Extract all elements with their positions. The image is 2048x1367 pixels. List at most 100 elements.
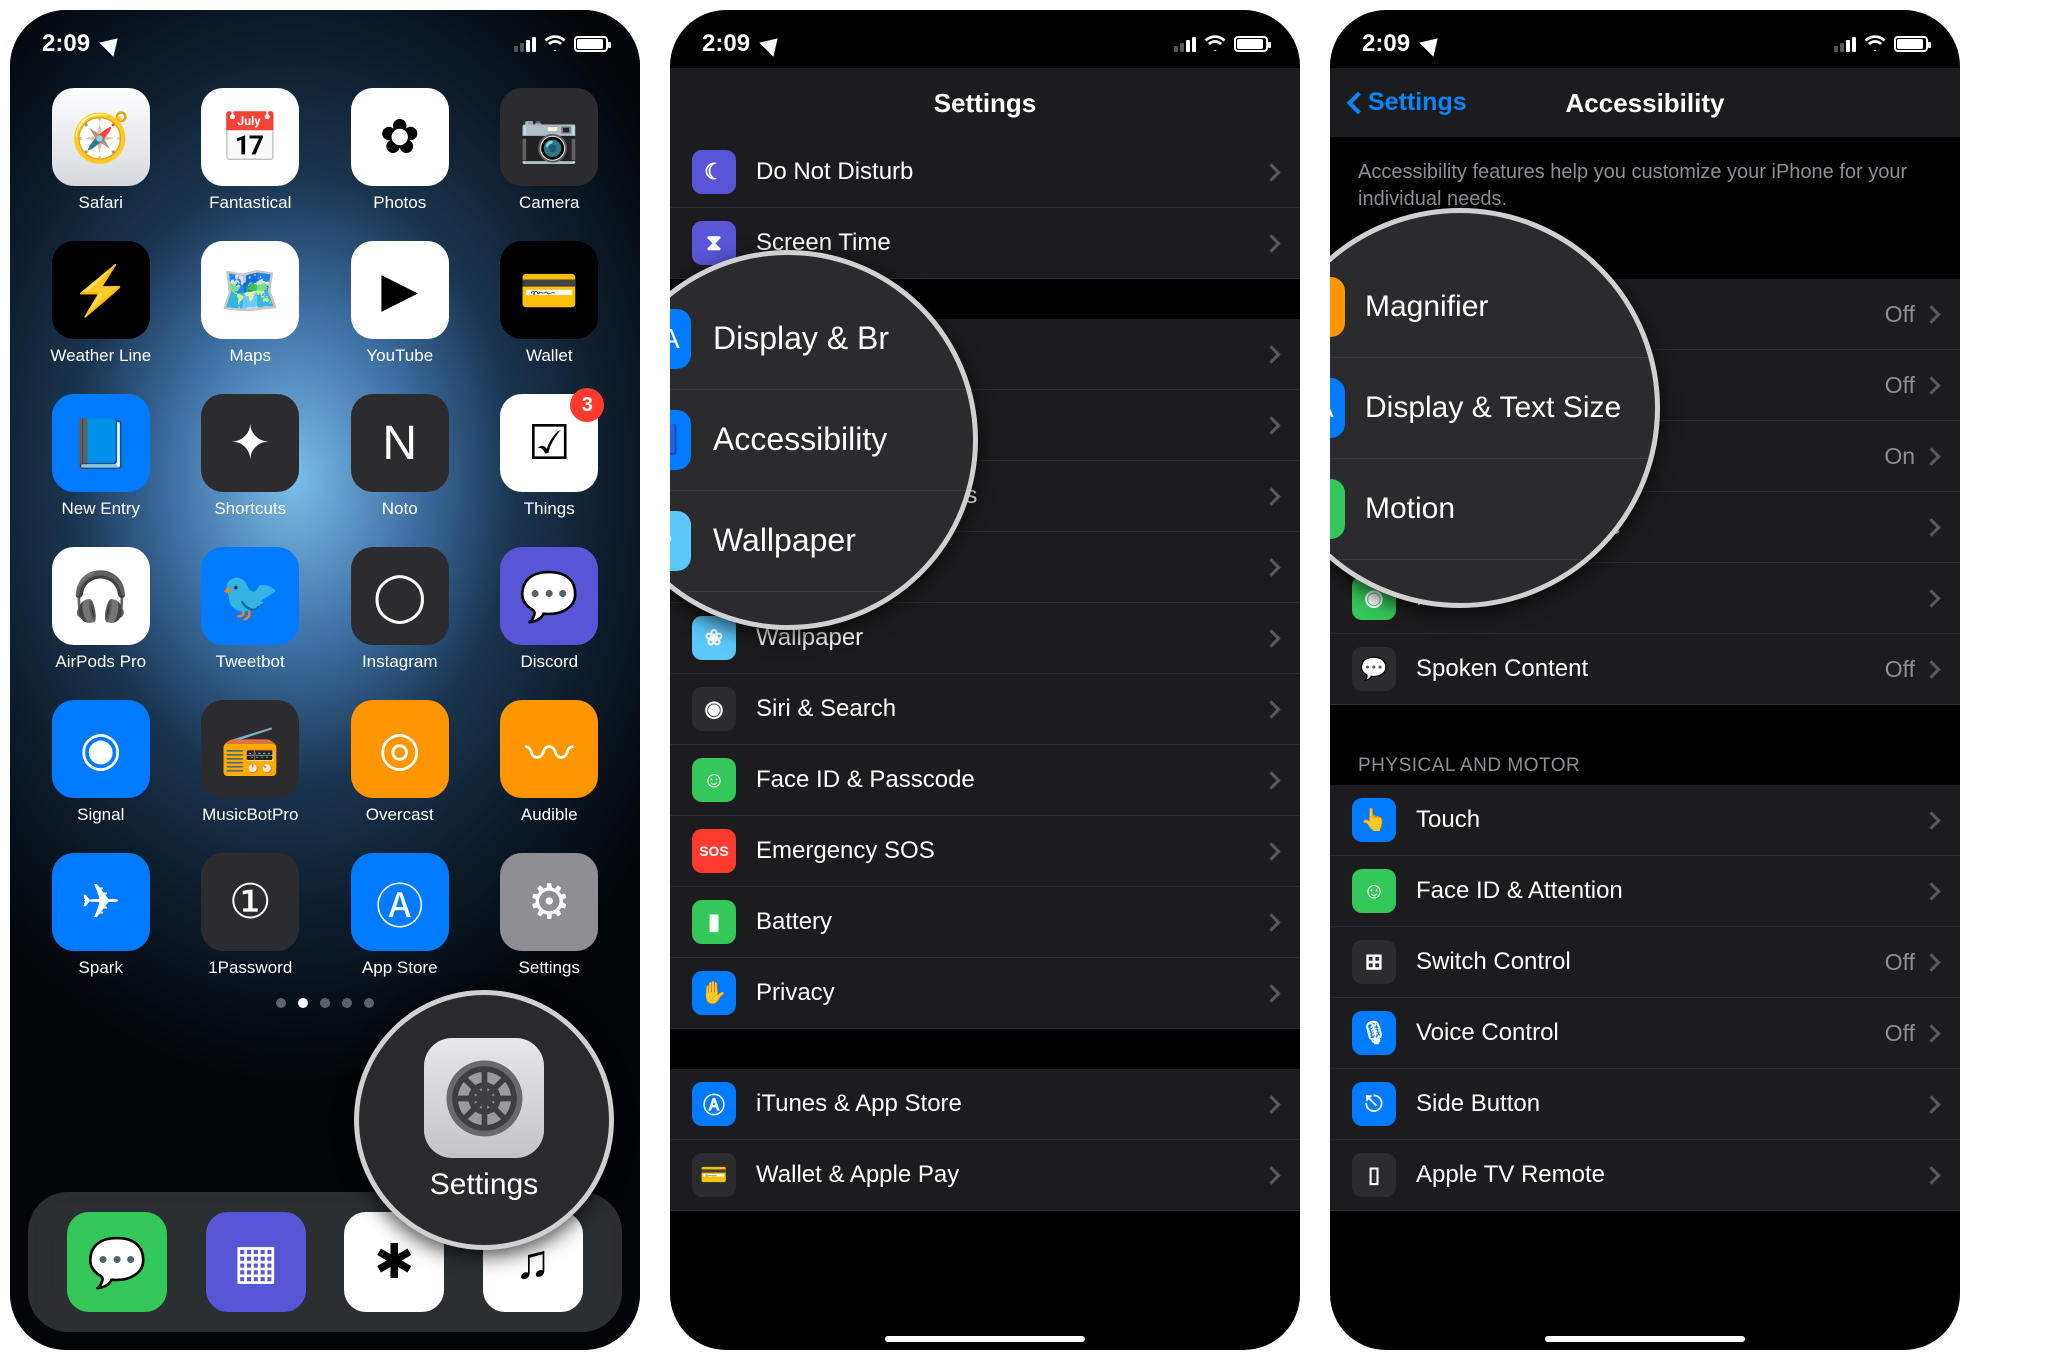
wifi-icon	[1864, 30, 1886, 58]
chevron-right-icon	[1262, 163, 1280, 181]
row-icon: Ⓐ	[692, 1082, 736, 1126]
settings-row-privacy[interactable]: ✋Privacy	[670, 958, 1300, 1029]
settings-row-spoken-content[interactable]: 💬Spoken ContentOff	[1330, 634, 1960, 705]
settings-row-do-not-disturb[interactable]: ☾Do Not Disturb	[670, 137, 1300, 208]
app-audible[interactable]: 〰Audible	[485, 700, 615, 825]
app-app-store[interactable]: ⒶApp Store	[335, 853, 465, 978]
app-photos[interactable]: ✿Photos	[335, 88, 465, 213]
app-icon: ⚙	[500, 853, 598, 951]
app-maps[interactable]: 🗺️Maps	[186, 241, 316, 366]
status-bar: 2:09	[10, 10, 640, 68]
row-icon: ❀	[692, 616, 736, 660]
row-label: Side Button	[1416, 1090, 1925, 1118]
dock-app-messages[interactable]: 💬	[67, 1212, 167, 1312]
settings-row-battery[interactable]: ▮Battery	[670, 887, 1300, 958]
chevron-right-icon	[1262, 234, 1280, 252]
app-label: Maps	[229, 346, 271, 366]
settings-row-apple-tv-remote[interactable]: ▯Apple TV Remote	[1330, 1140, 1960, 1211]
app-musicbotpro[interactable]: 📻MusicBotPro	[186, 700, 316, 825]
home-indicator[interactable]	[1545, 1336, 1745, 1342]
chevron-right-icon	[1262, 1095, 1280, 1113]
app-instagram[interactable]: ◯Instagram	[335, 547, 465, 672]
app-spark[interactable]: ✈Spark	[36, 853, 166, 978]
zoom-row-motion[interactable]: ◉Motion	[1330, 459, 1655, 560]
app-icon: 💳	[500, 241, 598, 339]
dock-app-widget[interactable]: ▦	[206, 1212, 306, 1312]
app-discord[interactable]: 💬Discord	[485, 547, 615, 672]
chevron-right-icon	[1922, 376, 1940, 394]
status-bar: 2:09	[1330, 10, 1960, 68]
cellular-icon	[1174, 37, 1196, 52]
settings-row-touch[interactable]: 👆Touch	[1330, 785, 1960, 856]
settings-row-wallet-apple-pay[interactable]: 💳Wallet & Apple Pay	[670, 1140, 1300, 1211]
app-label: Overcast	[366, 805, 434, 825]
app-label: New Entry	[62, 499, 140, 519]
app-icon: ◉	[52, 700, 150, 798]
home-screen-panel: 2:09 🧭Safari 📅 Fantastical ✿Photos📷Camera ⚡W…	[10, 10, 640, 1350]
app-camera[interactable]: 📷Camera	[485, 88, 615, 213]
app-icon: Ⓐ	[351, 853, 449, 951]
settings-root-panel: 2:09 Settings ☾Do Not Disturb⧗Screen Tim…	[670, 10, 1300, 1350]
chevron-right-icon	[1922, 1166, 1940, 1184]
home-indicator[interactable]	[885, 1336, 1085, 1342]
app-wallet[interactable]: 💳Wallet	[485, 241, 615, 366]
accessibility-panel: 2:09 Settings Accessibility Accessibilit…	[1330, 10, 1960, 1350]
app-fantastical[interactable]: 📅 Fantastical	[186, 88, 316, 213]
app-1password[interactable]: ①1Password	[186, 853, 316, 978]
settings-app-label-large: Settings	[430, 1168, 538, 1202]
row-label: Voice Control	[1416, 1019, 1885, 1047]
app-things[interactable]: ☑3Things	[485, 394, 615, 519]
settings-row-itunes-app-store[interactable]: ⒶiTunes & App Store	[670, 1069, 1300, 1140]
chevron-right-icon	[1922, 660, 1940, 678]
app-settings[interactable]: ⚙Settings	[485, 853, 615, 978]
location-icon	[1419, 31, 1444, 56]
zoom-row-accessibility[interactable]: ♿Accessibility	[670, 390, 973, 491]
app-label: Noto	[382, 499, 418, 519]
app-signal[interactable]: ◉Signal	[36, 700, 166, 825]
zoom-row-display-text-size[interactable]: AADisplay & Text Size	[1330, 358, 1655, 459]
app-label: Instagram	[362, 652, 438, 672]
app-airpods-pro[interactable]: 🎧AirPods Pro	[36, 547, 166, 672]
app-youtube[interactable]: ▶YouTube	[335, 241, 465, 366]
app-safari[interactable]: 🧭Safari	[36, 88, 166, 213]
app-label: Fantastical	[209, 193, 291, 213]
chevron-right-icon	[1922, 589, 1940, 607]
row-icon: ◉	[1330, 479, 1345, 539]
settings-row-face-id-passcode[interactable]: ☺Face ID & Passcode	[670, 745, 1300, 816]
app-tweetbot[interactable]: 🐦Tweetbot	[186, 547, 316, 672]
row-label: Magnifier	[1365, 290, 1488, 324]
row-icon: ⊞	[1352, 940, 1396, 984]
app-noto[interactable]: NNoto	[335, 394, 465, 519]
row-icon: ⊕	[1330, 277, 1345, 337]
status-bar: 2:09	[670, 10, 1300, 68]
wifi-icon	[544, 30, 566, 58]
app-label: Discord	[520, 652, 578, 672]
row-label: Do Not Disturb	[756, 158, 1265, 186]
app-label: Tweetbot	[216, 652, 285, 672]
app-overcast[interactable]: ◎Overcast	[335, 700, 465, 825]
settings-row-voice-control[interactable]: 🎙Voice ControlOff	[1330, 998, 1960, 1069]
row-icon: AA	[1330, 378, 1345, 438]
app-weather-line[interactable]: ⚡Weather Line	[36, 241, 166, 366]
settings-app-icon-large[interactable]	[424, 1038, 544, 1158]
row-label: Face ID & Passcode	[756, 766, 1265, 794]
cellular-icon	[1834, 37, 1856, 52]
back-button[interactable]: Settings	[1350, 88, 1467, 117]
status-time: 2:09	[702, 30, 750, 58]
row-icon: 💳	[692, 1153, 736, 1197]
row-icon: SOS	[692, 829, 736, 873]
settings-row-side-button[interactable]: ⎋Side Button	[1330, 1069, 1960, 1140]
app-icon: 📅	[201, 88, 299, 186]
settings-row-siri-search[interactable]: ◉Siri & Search	[670, 674, 1300, 745]
chevron-right-icon	[1262, 487, 1280, 505]
settings-row-emergency-sos[interactable]: SOSEmergency SOS	[670, 816, 1300, 887]
row-label: Battery	[756, 908, 1265, 936]
app-icon: ▶	[351, 241, 449, 339]
row-icon: 🎙	[1352, 1011, 1396, 1055]
app-label: MusicBotPro	[202, 805, 298, 825]
app-shortcuts[interactable]: ✦Shortcuts	[186, 394, 316, 519]
zoom-row-magnifier[interactable]: ⊕ Magnifier	[1330, 257, 1655, 358]
app-new-entry[interactable]: 📘New Entry	[36, 394, 166, 519]
settings-row-switch-control[interactable]: ⊞Switch ControlOff	[1330, 927, 1960, 998]
settings-row-face-id-attention[interactable]: ☺Face ID & Attention	[1330, 856, 1960, 927]
